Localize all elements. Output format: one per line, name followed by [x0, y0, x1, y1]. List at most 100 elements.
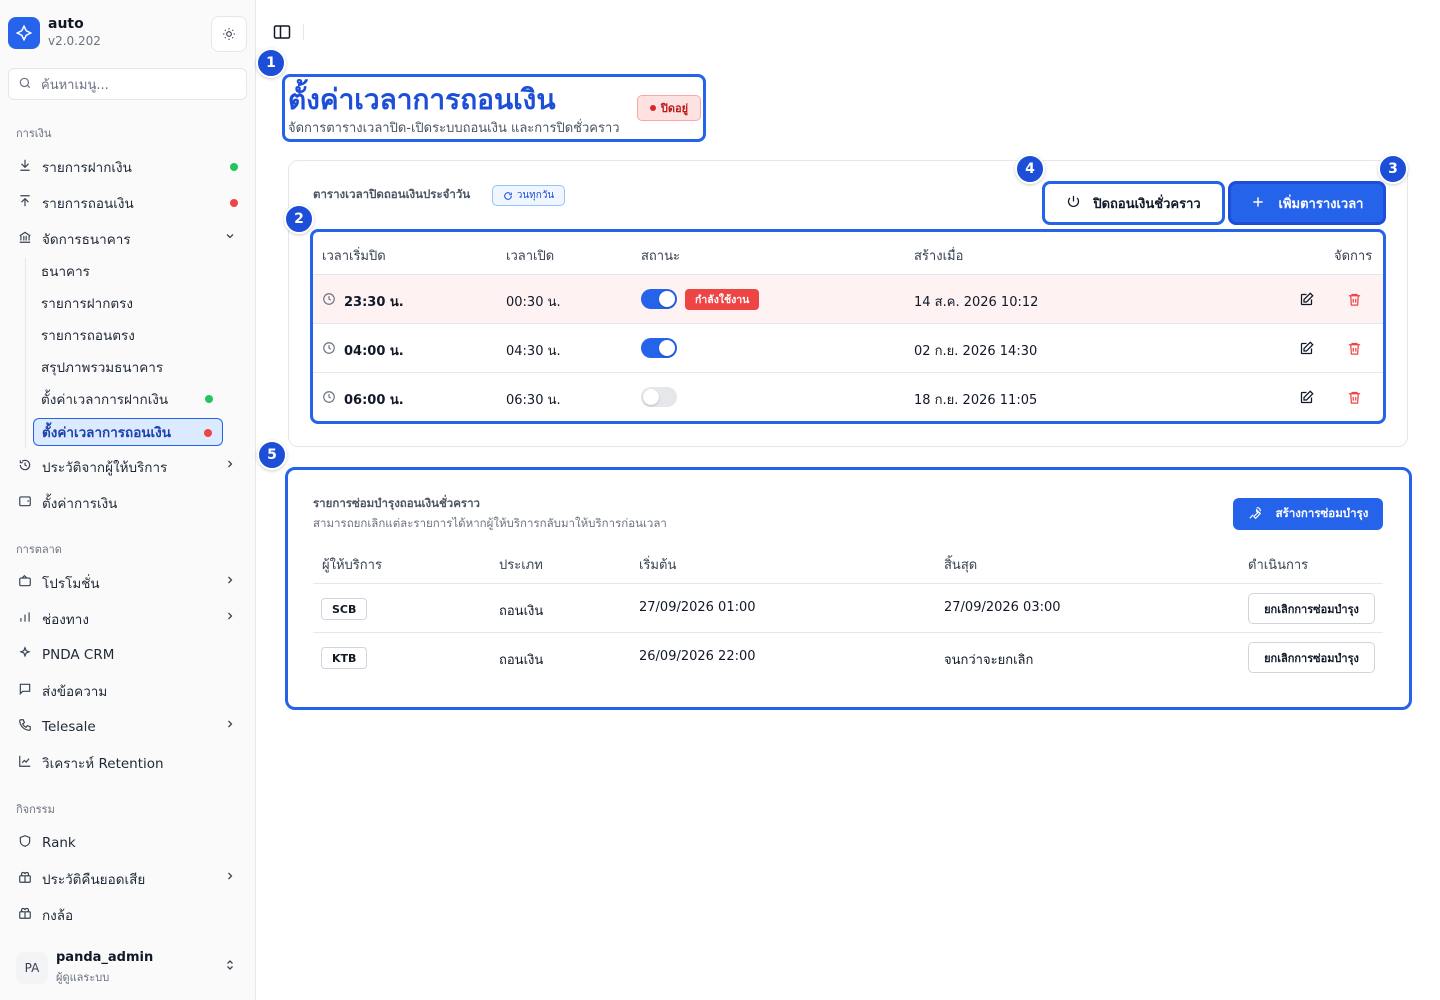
column-header-actions: จัดการ — [1334, 249, 1373, 264]
sidebar-item-label: Telesale — [42, 719, 96, 735]
maintenance-type: ถอนเงิน — [499, 653, 544, 668]
schedule-title: ตารางเวลาปิดถอนเงินประจำวัน — [313, 187, 471, 201]
refresh-icon — [503, 191, 512, 200]
column-header-start: เริ่มต้น — [639, 558, 677, 573]
sidebar-item-bank-management[interactable]: จัดการธนาคาร — [8, 224, 248, 254]
sidebar-item-promotions[interactable]: โปรโมชั่น — [8, 568, 248, 598]
section-label-activities: กิจกรรม — [16, 803, 55, 816]
sidebar-item-label: รายการฝากตรง — [41, 296, 134, 312]
temp-close-button[interactable]: ปิดถอนเงินชั่วคราว — [1042, 181, 1225, 225]
sun-icon — [223, 28, 235, 40]
clock-icon — [322, 390, 336, 408]
sidebar-item-cashback-history[interactable]: ประวัติคืนยอดเสีย — [8, 864, 248, 894]
active-badge: กำลังใช้งาน — [685, 289, 760, 310]
daily-badge-label: วนทุกวัน — [516, 190, 555, 201]
brand-version: v2.0.202 — [48, 34, 101, 48]
status-toggle[interactable] — [641, 338, 677, 358]
edit-button[interactable] — [1296, 289, 1316, 309]
created-at: 14 ส.ค. 2026 10:12 — [914, 295, 1039, 310]
created-at: 18 ก.ย. 2026 11:05 — [914, 393, 1038, 408]
sidebar-item-withdraw-schedule[interactable]: ตั้งค่าเวลาการถอนเงิน — [33, 418, 223, 446]
column-header-status: สถานะ — [641, 249, 680, 264]
search-input[interactable] — [41, 75, 241, 95]
start-time: 06:00 น. — [322, 389, 404, 410]
sidebar-item-banks[interactable]: ธนาคาร — [33, 257, 223, 285]
sidebar-item-label: รายการถอนเงิน — [42, 196, 134, 212]
provider-badge: SCB — [321, 598, 368, 620]
sidebar-item-wheel[interactable]: กงล้อ — [8, 900, 248, 930]
edit-button[interactable] — [1296, 387, 1316, 407]
chevron-right-icon — [224, 870, 236, 885]
section-label-marketing: การตลาด — [16, 543, 62, 556]
chevron-right-icon — [224, 458, 236, 473]
phone-icon — [16, 718, 34, 736]
bar-chart-icon — [16, 610, 34, 628]
toggle-knob — [643, 389, 659, 405]
status-dot — [649, 105, 656, 111]
menu-search[interactable] — [8, 68, 247, 100]
table-row: KTB ถอนเงิน 26/09/2026 22:00 จนกว่าจะยกเ… — [313, 632, 1383, 681]
sidebar-item-label: ตั้งค่าการเงิน — [42, 496, 118, 512]
maintenance-start: 26/09/2026 22:00 — [639, 649, 756, 664]
status-toggle[interactable] — [641, 387, 677, 407]
plus-icon — [1251, 194, 1265, 213]
table-row: SCB ถอนเงิน 27/09/2026 01:00 27/09/2026 … — [313, 583, 1383, 632]
sidebar-item-direct-deposits[interactable]: รายการฝากตรง — [33, 289, 223, 317]
cancel-maintenance-button[interactable]: ยกเลิกการซ่อมบำรุง — [1248, 593, 1375, 624]
sidebar-item-provider-history[interactable]: ประวัติจากผู้ให้บริการ — [8, 452, 248, 482]
sidebar-item-direct-withdrawals[interactable]: รายการถอนตรง — [33, 321, 223, 349]
avatar: PA — [16, 952, 48, 984]
status-dot — [230, 199, 238, 207]
sidebar-item-rank[interactable]: Rank — [8, 828, 248, 858]
sidebar-item-messages[interactable]: ส่งข้อความ — [8, 676, 248, 706]
user-menu[interactable]: PA panda_admin ผู้ดูแลระบบ — [8, 946, 248, 990]
add-schedule-button[interactable]: เพิ่มตารางเวลา — [1228, 181, 1386, 225]
gift-icon — [16, 870, 34, 888]
sidebar-item-label: ธนาคาร — [41, 264, 90, 280]
sidebar-item-label: ประวัติจากผู้ให้บริการ — [42, 460, 168, 476]
table-row: 23:30 น. 00:30 น. กำลังใช้งาน 14 ส.ค. 20… — [313, 274, 1383, 323]
bank-icon — [16, 230, 34, 248]
sidebar-item-crm[interactable]: PNDA CRM — [8, 640, 248, 670]
delete-button[interactable] — [1344, 289, 1364, 309]
wrench-icon — [1248, 506, 1262, 523]
sidebar-item-channels[interactable]: ช่องทาง — [8, 604, 248, 634]
sidebar-item-label: วิเคราะห์ Retention — [42, 756, 164, 772]
created-at: 02 ก.ย. 2026 14:30 — [914, 344, 1038, 359]
ticket-icon — [16, 574, 34, 592]
table-row: 06:00 น. 06:30 น. 18 ก.ย. 2026 11:05 — [313, 372, 1383, 421]
sidebar-item-bank-summary[interactable]: สรุปภาพรวมธนาคาร — [33, 353, 223, 381]
chevrons-up-down-icon — [224, 958, 236, 975]
trash-icon — [1348, 391, 1360, 404]
trash-icon — [1348, 293, 1360, 306]
column-header-created: สร้างเมื่อ — [914, 249, 964, 264]
edit-button[interactable] — [1296, 338, 1316, 358]
sidebar-item-withdrawals[interactable]: รายการถอนเงิน — [8, 188, 248, 218]
status-toggle[interactable] — [641, 289, 677, 309]
message-icon — [16, 682, 34, 700]
theme-toggle-button[interactable] — [211, 16, 247, 52]
column-header-type: ประเภท — [499, 558, 543, 573]
sidebar-item-deposits[interactable]: รายการฝากเงิน — [8, 152, 248, 182]
panel-left-icon — [273, 25, 291, 39]
sidebar-item-retention[interactable]: วิเคราะห์ Retention — [8, 748, 248, 778]
download-icon — [16, 158, 34, 176]
delete-button[interactable] — [1344, 387, 1364, 407]
column-header-action: ดำเนินการ — [1248, 558, 1309, 573]
sidebar-toggle-button[interactable] — [270, 20, 294, 44]
sidebar-item-finance-settings[interactable]: ตั้งค่าการเงิน — [8, 488, 248, 518]
delete-button[interactable] — [1344, 338, 1364, 358]
status-badge: ปิดอยู่ — [637, 95, 701, 121]
annotation-badge-1: 1 — [256, 48, 286, 78]
annotation-badge-3: 3 — [1378, 154, 1408, 184]
column-header-provider: ผู้ให้บริการ — [322, 558, 382, 573]
gift-icon — [16, 906, 34, 924]
start-time: 23:30 น. — [322, 291, 404, 312]
create-maintenance-button[interactable]: สร้างการซ่อมบำรุง — [1233, 498, 1383, 530]
sidebar: auto v2.0.202 การเงิน รายการฝากเงิน รายก… — [0, 0, 256, 1000]
sidebar-item-telesale[interactable]: Telesale — [8, 712, 248, 742]
cancel-maintenance-button[interactable]: ยกเลิกการซ่อมบำรุง — [1248, 642, 1375, 673]
sidebar-item-deposit-schedule[interactable]: ตั้งค่าเวลาการฝากเงิน — [33, 385, 223, 413]
status-dot — [205, 395, 213, 403]
sidebar-item-label: Rank — [42, 835, 76, 851]
